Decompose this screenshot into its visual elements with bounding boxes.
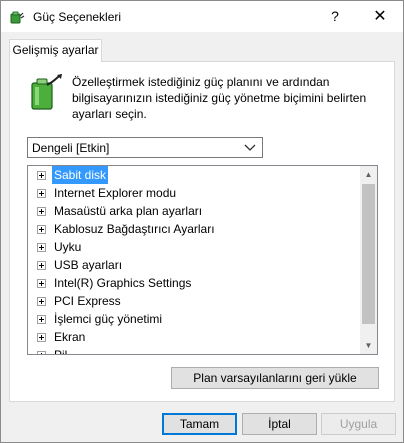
tree-item-label: Masaüstü arka plan ayarları	[54, 204, 203, 218]
tree-item-ie-mode[interactable]: Internet Explorer modu	[28, 184, 358, 202]
scroll-up-icon[interactable]: ▲	[360, 166, 377, 183]
expand-icon[interactable]	[37, 315, 46, 324]
tab-advanced-settings[interactable]: Gelişmiş ayarlar	[9, 39, 102, 62]
expand-icon[interactable]	[37, 243, 46, 252]
help-button[interactable]: ?	[313, 1, 357, 32]
tree-item-pci-express[interactable]: PCI Express	[28, 292, 358, 310]
expand-icon[interactable]	[37, 207, 46, 216]
power-options-icon	[10, 11, 25, 24]
expand-icon[interactable]	[37, 351, 46, 354]
power-options-dialog: Güç Seçenekleri ? ✕ Gelişmiş ayarlar Öze…	[0, 0, 404, 443]
tree-item-label: Uyku	[54, 240, 82, 254]
settings-tree[interactable]: Sabit disk Internet Explorer modu Masaüs…	[27, 165, 378, 355]
cancel-button[interactable]: İptal	[242, 413, 317, 435]
tree-item-wireless-adapter[interactable]: Kablosuz Bağdaştırıcı Ayarları	[28, 220, 358, 238]
expand-icon[interactable]	[37, 297, 46, 306]
tree-item-display[interactable]: Ekran	[28, 328, 358, 346]
tree-item-label: Intel(R) Graphics Settings	[54, 276, 192, 290]
restore-plan-defaults-button[interactable]: Plan varsayılanlarını geri yükle	[171, 367, 379, 389]
tree-item-sleep[interactable]: Uyku	[28, 238, 358, 256]
description-text: Özelleştirmek istediğiniz güç planını ve…	[72, 75, 367, 121]
tree-item-label: Sabit disk	[52, 166, 109, 184]
expand-icon[interactable]	[37, 171, 46, 180]
tree-item-usb[interactable]: USB ayarları	[28, 256, 358, 274]
tree-item-label: Kablosuz Bağdaştırıcı Ayarları	[54, 222, 215, 236]
tree-item-label: PCI Express	[54, 294, 121, 308]
ok-button[interactable]: Tamam	[162, 413, 237, 435]
tree-item-label: USB ayarları	[54, 258, 123, 272]
window-title: Güç Seçenekleri	[33, 10, 122, 24]
expand-icon[interactable]	[37, 225, 46, 234]
power-plan-value: Dengeli [Etkin]	[32, 141, 110, 155]
tree-item-battery[interactable]: Pil	[28, 346, 358, 355]
apply-button[interactable]: Uygula	[321, 413, 396, 435]
title-bar[interactable]: Güç Seçenekleri ? ✕	[1, 1, 403, 32]
scroll-thumb[interactable]	[362, 184, 375, 324]
expand-icon[interactable]	[37, 279, 46, 288]
tree-item-label: Pil	[54, 348, 68, 355]
tree-item-label: İşlemci güç yönetimi	[54, 312, 163, 326]
tree-item-desktop-background[interactable]: Masaüstü arka plan ayarları	[28, 202, 358, 220]
chevron-down-icon	[244, 144, 256, 151]
expand-icon[interactable]	[37, 261, 46, 270]
tree-item-label: Ekran	[54, 330, 86, 344]
tree-item-hard-disk[interactable]: Sabit disk	[28, 166, 358, 184]
scroll-down-icon[interactable]: ▼	[360, 337, 377, 354]
expand-icon[interactable]	[37, 189, 46, 198]
expand-icon[interactable]	[37, 333, 46, 342]
tree-item-label: Internet Explorer modu	[54, 186, 177, 200]
vertical-scrollbar[interactable]: ▲ ▼	[360, 166, 377, 354]
close-button[interactable]: ✕	[357, 1, 403, 32]
power-plan-dropdown[interactable]: Dengeli [Etkin]	[27, 137, 263, 158]
tree-item-processor-power[interactable]: İşlemci güç yönetimi	[28, 310, 358, 328]
battery-icon	[31, 74, 62, 110]
tree-item-intel-graphics[interactable]: Intel(R) Graphics Settings	[28, 274, 358, 292]
